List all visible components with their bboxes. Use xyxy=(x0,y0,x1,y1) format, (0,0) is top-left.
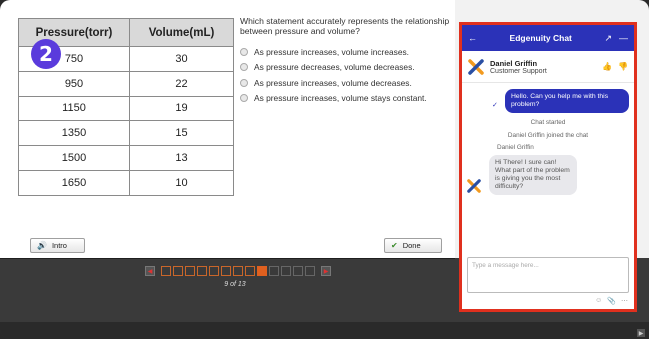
user-message: Hello. Can you help me with this problem… xyxy=(505,89,629,113)
intro-button[interactable]: 🔊 Intro xyxy=(30,238,85,253)
page-box[interactable] xyxy=(161,266,171,276)
radio-button[interactable] xyxy=(240,47,248,56)
table-cell: 19 xyxy=(129,95,234,122)
table-row: 1500 13 xyxy=(18,145,234,171)
delivered-check-icon: ✓ xyxy=(492,102,498,109)
radio-button[interactable] xyxy=(240,78,248,87)
previous-page-icon[interactable]: ◀ xyxy=(145,266,155,276)
table-cell: 950 xyxy=(18,70,130,97)
system-message: Daniel Griffin joined the chat xyxy=(507,132,589,139)
page-box[interactable] xyxy=(197,266,207,276)
agent-info: Daniel Griffin Customer Support 👍 👎 xyxy=(462,51,634,83)
attachment-icon[interactable]: 📎 xyxy=(607,297,616,305)
column-header-volume: Volume(mL) xyxy=(129,18,234,47)
intro-button-label: Intro xyxy=(51,241,67,250)
done-button-label: Done xyxy=(402,241,421,250)
page-box[interactable] xyxy=(269,266,279,276)
table-cell: 1650 xyxy=(18,169,130,196)
message-input[interactable]: Type a message here... xyxy=(467,257,629,293)
table-row: 1650 10 xyxy=(18,169,234,196)
page-navigator: ◀ ▶ xyxy=(145,266,331,276)
page-box[interactable] xyxy=(221,266,231,276)
speaker-icon: 🔊 xyxy=(37,241,47,250)
table-row: 1350 15 xyxy=(18,120,234,147)
answer-option-label: As pressure increases, volume increases. xyxy=(254,46,410,57)
thumbs-down-icon[interactable]: 👎 xyxy=(618,62,628,71)
page-box[interactable] xyxy=(233,266,243,276)
agent-role: Customer Support xyxy=(490,67,547,75)
answer-option-label: As pressure increases, volume decreases. xyxy=(254,77,412,88)
table-row: 950 22 xyxy=(18,70,234,97)
agent-name: Daniel Griffin xyxy=(490,58,538,68)
table-cell: 1150 xyxy=(18,95,130,122)
page-box[interactable] xyxy=(173,266,183,276)
bottom-bar xyxy=(0,322,649,339)
chat-panel: ← Edgenuity Chat ↗ — Daniel Griffin Cust… xyxy=(459,22,637,312)
step-badge: 2 xyxy=(31,39,61,69)
next-page-icon[interactable]: ▶ xyxy=(321,266,331,276)
radio-button[interactable] xyxy=(240,94,248,103)
lesson-content: Pressure(torr) Volume(mL) 750 30 950 22 … xyxy=(0,0,463,258)
checkmark-icon: ✔ xyxy=(391,241,398,250)
answer-option[interactable]: As pressure increases, volume increases. xyxy=(240,44,455,60)
page-box[interactable] xyxy=(305,266,315,276)
radio-button[interactable] xyxy=(240,63,248,72)
table-cell: 22 xyxy=(129,70,234,97)
page-box[interactable] xyxy=(185,266,195,276)
page-box[interactable] xyxy=(293,266,303,276)
answer-option-label: As pressure increases, volume stays cons… xyxy=(254,93,427,104)
sender-label: Daniel Griffin xyxy=(497,144,534,151)
page-count: 9 of 13 xyxy=(224,281,246,288)
table-cell: 1350 xyxy=(18,120,130,147)
minimize-icon[interactable]: — xyxy=(619,33,628,44)
answer-option[interactable]: As pressure decreases, volume decreases. xyxy=(240,60,455,76)
page-box[interactable] xyxy=(257,266,267,276)
table-cell: 13 xyxy=(129,145,234,171)
answer-option[interactable]: As pressure increases, volume decreases. xyxy=(240,75,455,91)
table-cell: 10 xyxy=(129,169,234,196)
message-list: ✓ Hello. Can you help me with this probl… xyxy=(462,83,634,249)
page-box[interactable] xyxy=(281,266,291,276)
answer-option-label: As pressure decreases, volume decreases. xyxy=(254,62,415,73)
agent-message: Hi There! I sure can! What part of the p… xyxy=(489,155,577,195)
chat-header: ← Edgenuity Chat ↗ — xyxy=(462,25,634,51)
more-options-icon[interactable]: ⋯ xyxy=(621,297,628,305)
expand-arrow-icon[interactable]: ▶ xyxy=(637,329,645,337)
done-button[interactable]: ✔ Done xyxy=(384,238,442,253)
system-message: Chat started xyxy=(530,119,566,126)
edgenuity-logo-icon xyxy=(468,58,484,75)
app-frame: Pressure(torr) Volume(mL) 750 30 950 22 … xyxy=(0,0,649,339)
table-row: 1150 19 xyxy=(18,95,234,122)
page-box[interactable] xyxy=(245,266,255,276)
divider xyxy=(0,258,455,259)
page-box[interactable] xyxy=(209,266,219,276)
emoji-icon[interactable]: ☺ xyxy=(595,297,602,305)
answer-options: As pressure increases, volume increases.… xyxy=(240,44,455,106)
answer-option[interactable]: As pressure increases, volume stays cons… xyxy=(240,91,455,107)
popout-icon[interactable]: ↗ xyxy=(604,33,612,44)
thumbs-up-icon[interactable]: 👍 xyxy=(602,62,612,71)
table-cell: 30 xyxy=(129,46,234,72)
back-arrow-icon[interactable]: ← xyxy=(468,33,477,43)
question-text: Which statement accurately represents th… xyxy=(240,16,450,36)
chat-title: Edgenuity Chat xyxy=(509,33,572,43)
table-cell: 15 xyxy=(129,120,234,147)
agent-avatar-icon xyxy=(467,179,481,193)
table-cell: 1500 xyxy=(18,145,130,171)
